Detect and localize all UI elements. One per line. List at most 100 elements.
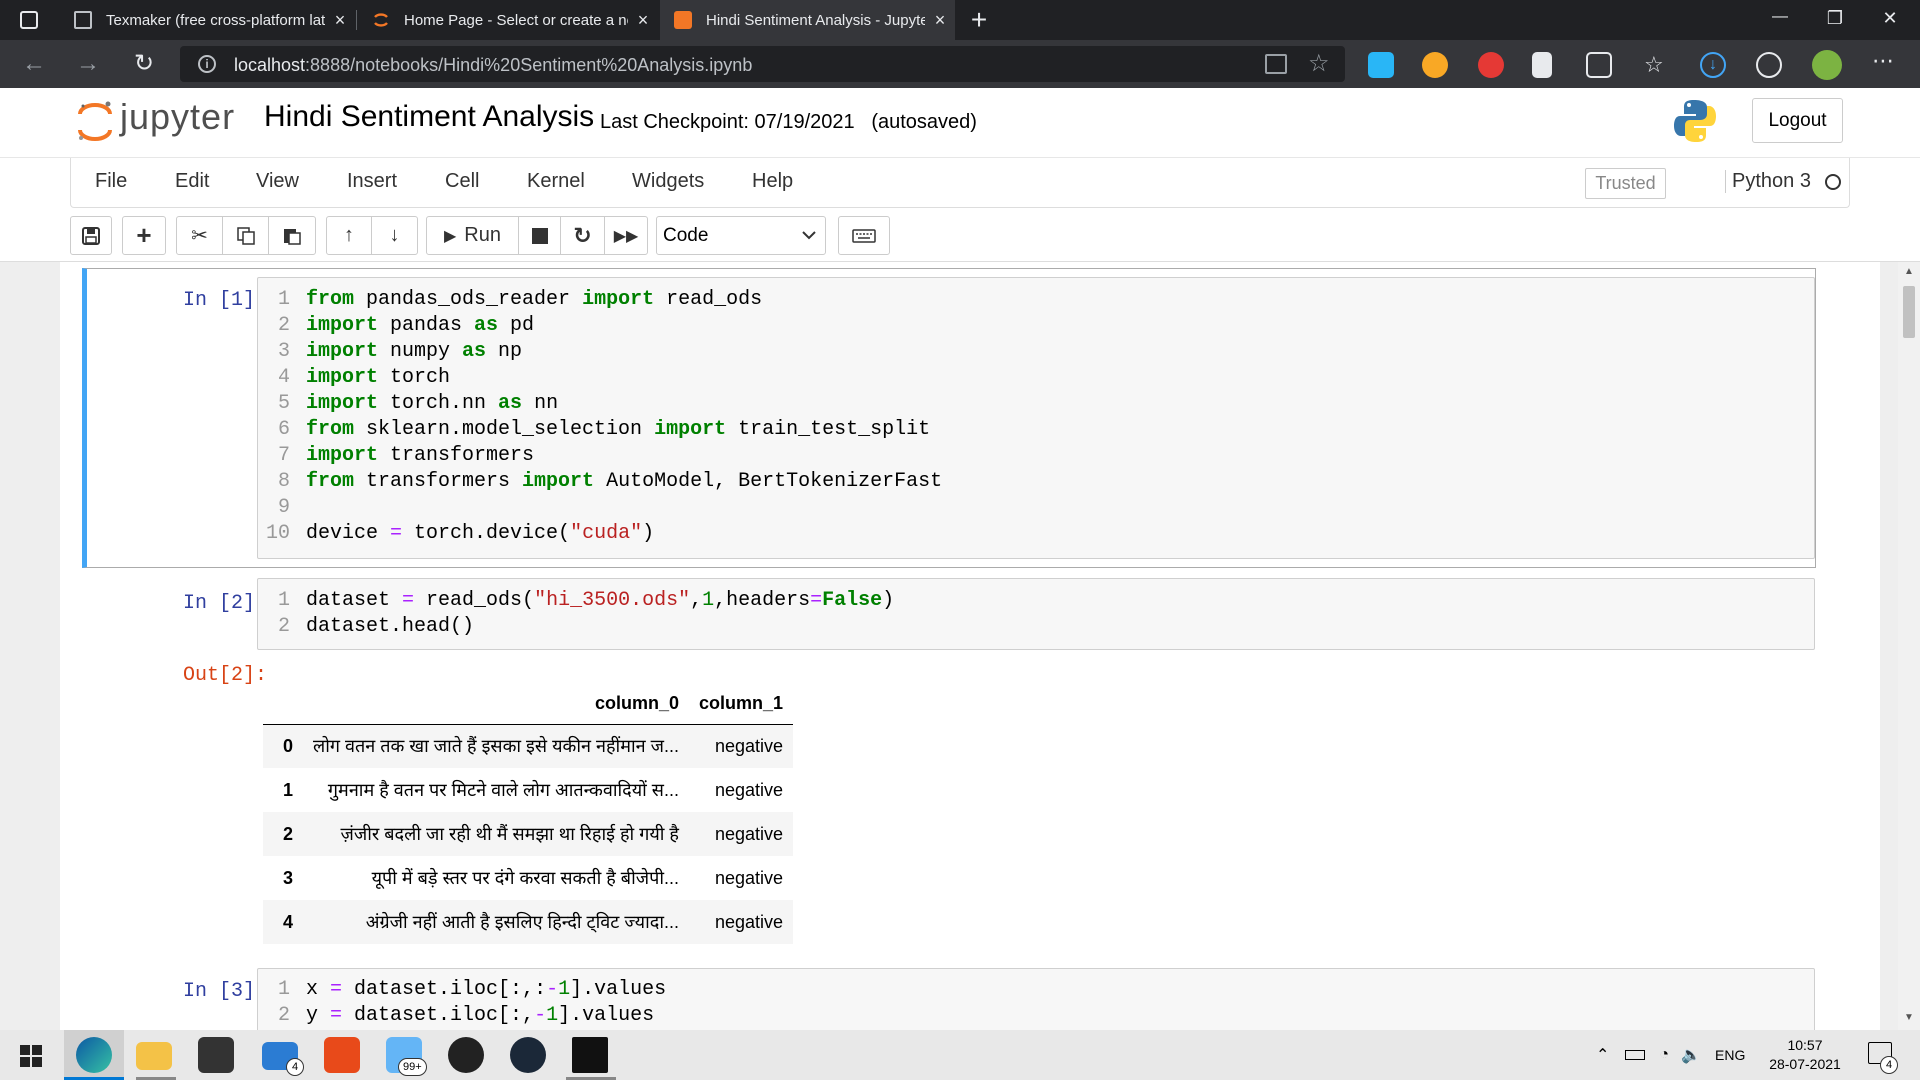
favorites-icon[interactable]: ☆ bbox=[1644, 52, 1670, 78]
code-cell[interactable]: In [2]: 1 dataset = read_ods("hi_3500.ods… bbox=[87, 576, 1821, 976]
volume-icon[interactable]: 🔈 bbox=[1681, 1045, 1701, 1065]
table-row: 2 ज़ंजीर बदली जा रही थी मैं समझा था रिहा… bbox=[263, 812, 794, 856]
battery-icon[interactable] bbox=[1625, 1050, 1646, 1060]
minimize-button[interactable]: — bbox=[1760, 8, 1800, 26]
tab-title: Texmaker (free cross-platform latex edit… bbox=[106, 11, 325, 29]
logout-button[interactable]: Logout bbox=[1752, 98, 1843, 143]
kernel-name[interactable]: Python 3 bbox=[1725, 170, 1811, 193]
move-up-icon[interactable]: ↑ bbox=[327, 217, 372, 254]
extension-honey-icon[interactable] bbox=[1422, 52, 1448, 78]
document-extension-icon[interactable] bbox=[1532, 52, 1552, 78]
tab-hindi-sentiment[interactable]: Hindi Sentiment Analysis - Jupyter Noteb… bbox=[660, 0, 955, 40]
back-icon[interactable]: ← bbox=[20, 50, 48, 78]
dataframe-table: column_0 column_1 0 लोग वतन तक खा जाते ह… bbox=[263, 684, 794, 944]
scroll-down-icon[interactable]: ▼ bbox=[1904, 1012, 1914, 1023]
office-icon[interactable] bbox=[324, 1037, 360, 1073]
tab-actions-icon[interactable] bbox=[20, 11, 38, 29]
table-cell: गुमनाम है वतन पर मिटने वाले लोग आतन्कवाद… bbox=[327, 780, 679, 800]
file-explorer-icon[interactable] bbox=[136, 1042, 172, 1070]
code-cell[interactable]: In [3]: 1x = dataset.iloc[:,:-1].values … bbox=[87, 968, 1821, 1030]
notebook-container: In [1]: 1 from pandas_ods_reader import r… bbox=[60, 262, 1880, 1030]
refresh-icon[interactable]: ↻ bbox=[130, 50, 158, 78]
scroll-up-icon[interactable]: ▲ bbox=[1904, 266, 1914, 277]
menu-cell[interactable]: Cell bbox=[445, 170, 479, 193]
terminal-icon[interactable] bbox=[572, 1037, 608, 1073]
tab-home-page[interactable]: Home Page - Select or create a notebook … bbox=[358, 0, 658, 40]
tab-texmaker[interactable]: Texmaker (free cross-platform latex edit… bbox=[60, 0, 355, 40]
chevron-down-icon bbox=[801, 227, 817, 249]
menu-kernel[interactable]: Kernel bbox=[527, 170, 585, 193]
table-row: 0 लोग वतन तक खा जाते हैं इसका इसे यकीन न… bbox=[263, 724, 794, 768]
clock-time: 10:57 bbox=[1787, 1037, 1823, 1053]
url-bar[interactable]: i localhost:8888/notebooks/Hindi%20Senti… bbox=[180, 46, 1345, 82]
site-info-icon[interactable]: i bbox=[198, 55, 216, 73]
notifications-badge: 4 bbox=[1880, 1056, 1898, 1074]
jupyter-logo-icon[interactable] bbox=[75, 98, 115, 151]
app-owl-icon[interactable] bbox=[448, 1037, 484, 1073]
edge-icon[interactable] bbox=[76, 1037, 112, 1073]
interrupt-icon[interactable] bbox=[519, 217, 561, 254]
restart-icon[interactable]: ↻ bbox=[561, 217, 605, 254]
adblock-icon[interactable] bbox=[1478, 52, 1504, 78]
collections-icon[interactable] bbox=[1756, 52, 1782, 78]
add-cell-icon[interactable]: + bbox=[123, 217, 165, 254]
clock[interactable]: 10:57 28-07-2021 bbox=[1760, 1036, 1850, 1074]
paste-icon[interactable] bbox=[269, 217, 315, 254]
windows-taskbar: 4 99+ ⌃ ◔ 🔈 ENG 10:57 28-07-2021 4 bbox=[0, 1030, 1920, 1080]
new-tab-button[interactable]: + bbox=[964, 4, 994, 36]
row-index: 1 bbox=[282, 779, 293, 800]
wifi-icon[interactable]: ◔ bbox=[1659, 1046, 1669, 1064]
close-icon[interactable]: × bbox=[325, 10, 355, 31]
run-icon: ▶ bbox=[443, 227, 457, 245]
code-editor[interactable]: 1 dataset = read_ods("hi_3500.ods",1,head… bbox=[257, 578, 1815, 650]
save-icon[interactable] bbox=[71, 217, 111, 254]
cut-icon[interactable]: ✂ bbox=[177, 217, 223, 254]
keyboard-group bbox=[838, 216, 890, 255]
tab-title: Hindi Sentiment Analysis - Jupyter Noteb… bbox=[706, 11, 925, 29]
language-indicator[interactable]: ENG bbox=[1715, 1047, 1745, 1063]
windows-start-icon[interactable] bbox=[20, 1045, 42, 1067]
menu-view[interactable]: View bbox=[256, 170, 299, 193]
cell-type-select[interactable]: Code bbox=[656, 216, 826, 255]
maximize-button[interactable]: ❐ bbox=[1815, 8, 1855, 29]
run-group: ▶ Run ↻ ▶▶ bbox=[426, 216, 648, 255]
extension-a-icon[interactable] bbox=[1368, 52, 1394, 78]
page-scrollbar[interactable]: ▲ ▼ bbox=[1898, 262, 1920, 1030]
menu-edit[interactable]: Edit bbox=[175, 170, 209, 193]
menu-insert[interactable]: Insert bbox=[347, 170, 397, 193]
trusted-badge[interactable]: Trusted bbox=[1585, 168, 1666, 199]
forward-icon[interactable]: → bbox=[74, 50, 102, 78]
menu-help[interactable]: Help bbox=[752, 170, 793, 193]
close-icon[interactable]: × bbox=[925, 10, 955, 31]
scrollbar-thumb[interactable] bbox=[1903, 286, 1915, 338]
extensions-puzzle-icon[interactable] bbox=[1586, 52, 1612, 78]
code-editor[interactable]: 1x = dataset.iloc[:,:-1].values 2y = dat… bbox=[257, 968, 1815, 1030]
restart-run-all-icon[interactable]: ▶▶ bbox=[605, 217, 647, 254]
chevron-up-icon[interactable]: ⌃ bbox=[1596, 1045, 1609, 1065]
notebook-title[interactable]: Hindi Sentiment Analysis bbox=[264, 100, 594, 134]
mail-badge: 4 bbox=[286, 1058, 304, 1076]
move-group: ↑ ↓ bbox=[326, 216, 418, 255]
table-row: 3 यूपी में बड़े स्तर पर दंगे करवा सकती ह… bbox=[263, 856, 793, 900]
profile-avatar[interactable] bbox=[1812, 50, 1842, 80]
keyboard-icon[interactable] bbox=[839, 217, 889, 254]
code-cell[interactable]: In [1]: 1 from pandas_ods_reader import r… bbox=[82, 268, 1816, 568]
close-window-button[interactable]: ✕ bbox=[1870, 8, 1910, 29]
close-icon[interactable]: × bbox=[628, 10, 658, 31]
favorite-star-icon[interactable]: ☆ bbox=[1308, 49, 1330, 78]
code-editor[interactable]: 1 from pandas_ods_reader import read_ods … bbox=[257, 277, 1815, 559]
reader-view-icon[interactable] bbox=[1265, 54, 1287, 74]
menu-widgets[interactable]: Widgets bbox=[632, 170, 704, 193]
more-icon[interactable]: ⋯ bbox=[1872, 48, 1894, 74]
output-prompt: Out[2]: bbox=[182, 664, 267, 687]
table-cell: negative bbox=[714, 779, 784, 800]
downloads-icon[interactable]: ↓ bbox=[1700, 52, 1726, 78]
menu-file[interactable]: File bbox=[95, 170, 127, 193]
move-down-icon[interactable]: ↓ bbox=[372, 217, 417, 254]
cell-type-value: Code bbox=[663, 224, 709, 246]
copy-icon[interactable] bbox=[223, 217, 269, 254]
steam-icon[interactable] bbox=[510, 1037, 546, 1073]
jupyter-wordmark[interactable]: jupyter bbox=[120, 96, 235, 138]
run-button[interactable]: ▶ Run bbox=[427, 217, 519, 254]
store-icon[interactable] bbox=[198, 1037, 234, 1073]
